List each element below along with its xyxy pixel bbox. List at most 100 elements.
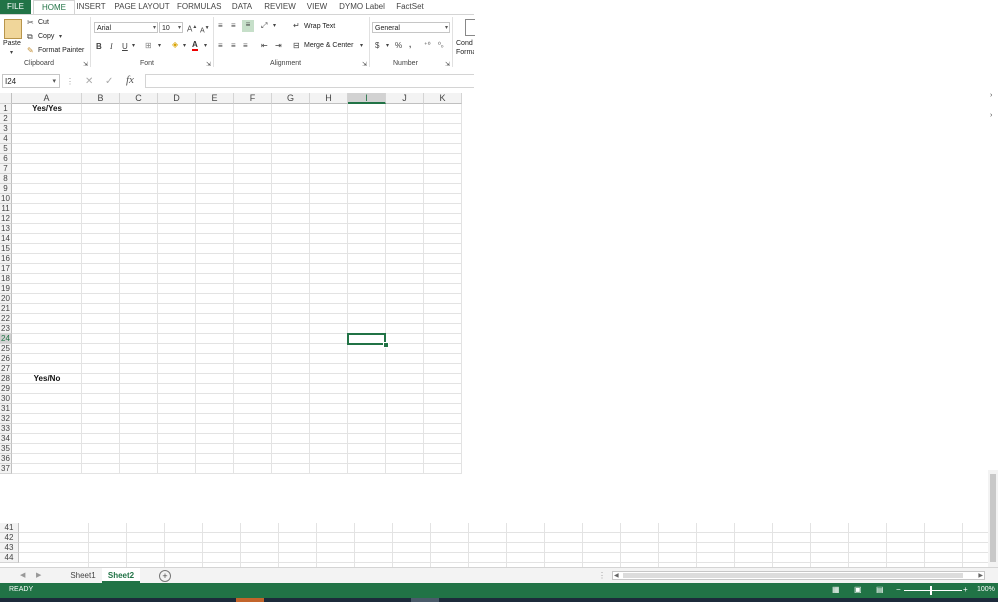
scroll-right-icon[interactable]: ▶ — [978, 572, 983, 581]
row-header[interactable]: 44 — [0, 553, 19, 563]
increase-indent-icon[interactable]: ⇥ — [275, 41, 282, 50]
row-header[interactable]: 20 — [0, 294, 12, 304]
row-header[interactable]: 19 — [0, 284, 12, 294]
row-header[interactable]: 14 — [0, 234, 12, 244]
row-header[interactable]: 35 — [0, 444, 12, 454]
increase-decimal-icon[interactable]: ⁺⁰ — [424, 41, 431, 50]
row-header[interactable]: 24 — [0, 334, 12, 344]
column-header[interactable]: A — [12, 93, 82, 104]
underline-button[interactable]: U — [122, 42, 128, 51]
column-header[interactable]: D — [158, 93, 196, 104]
new-sheet-icon[interactable]: + — [159, 570, 171, 582]
row-header[interactable]: 4 — [0, 134, 12, 144]
cancel-icon[interactable]: ✕ — [85, 77, 93, 87]
column-header[interactable]: J — [386, 93, 424, 104]
scroll-left-icon[interactable]: ◀ — [614, 572, 619, 581]
horizontal-scrollbar[interactable]: ◀ ▶ — [612, 571, 985, 580]
split-arrow-icon[interactable]: › — [990, 112, 998, 122]
copy-dropdown-icon[interactable]: ▾ — [59, 33, 62, 42]
normal-view-icon[interactable]: ▦ — [832, 585, 840, 594]
paste-button[interactable]: Paste — [3, 40, 21, 47]
row-header[interactable]: 10 — [0, 194, 12, 204]
font-color-icon[interactable]: A — [192, 41, 198, 51]
align-bottom-icon[interactable]: ≡ — [242, 20, 254, 32]
fill-handle[interactable] — [383, 342, 389, 348]
column-header[interactable]: B — [82, 93, 120, 104]
scroll-tabs-right-icon[interactable]: ▶ — [36, 571, 41, 580]
row-header[interactable]: 6 — [0, 154, 12, 164]
row-header[interactable]: 26 — [0, 354, 12, 364]
orientation-icon[interactable]: ⤢ — [261, 21, 267, 30]
row-header[interactable]: 29 — [0, 384, 12, 394]
number-launcher-icon[interactable]: ⇲ — [445, 61, 450, 70]
bold-button[interactable]: B — [96, 42, 102, 51]
fill-dropdown-icon[interactable]: ▾ — [183, 42, 186, 51]
row-header[interactable]: 31 — [0, 404, 12, 414]
active-cell[interactable] — [347, 333, 386, 345]
scroll-tabs-left-icon[interactable]: ◀ — [20, 571, 25, 580]
format-painter-button[interactable]: Format Painter — [38, 47, 84, 54]
more-options-icon[interactable]: ⋮ — [66, 77, 74, 86]
paste-dropdown-icon[interactable]: ▾ — [10, 49, 13, 58]
currency-button[interactable]: $ — [375, 41, 379, 50]
column-header[interactable]: H — [310, 93, 348, 104]
row-header[interactable]: 11 — [0, 204, 12, 214]
underline-dropdown-icon[interactable]: ▾ — [132, 42, 135, 51]
zoom-out-icon[interactable]: − — [896, 585, 901, 594]
conditional-formatting-button[interactable]: Cond Forma — [456, 39, 474, 57]
taskbar-app-icon[interactable] — [411, 598, 439, 602]
percent-button[interactable]: % — [395, 41, 402, 50]
align-middle-icon[interactable]: ≡ — [231, 21, 236, 30]
decrease-font-icon[interactable]: A▼ — [200, 24, 210, 35]
row-header[interactable]: 34 — [0, 434, 12, 444]
merge-dropdown-icon[interactable]: ▾ — [360, 42, 363, 51]
row-header[interactable]: 12 — [0, 214, 12, 224]
comma-button[interactable]: , — [409, 40, 411, 49]
row-header[interactable]: 43 — [0, 543, 19, 553]
row-header[interactable]: 1 — [0, 104, 12, 114]
column-header[interactable]: C — [120, 93, 158, 104]
row-header[interactable]: 22 — [0, 314, 12, 324]
worksheet-grid[interactable]: A B C D E F G H I J K 1 2 3 4 5 6 7 8 9 10 11 12 13 14 15 16 17 18 19… — [0, 93, 474, 478]
row-header[interactable]: 8 — [0, 174, 12, 184]
paste-icon[interactable] — [4, 19, 22, 39]
tab-factset[interactable]: FactSet — [394, 0, 426, 14]
row-header[interactable]: 17 — [0, 264, 12, 274]
page-break-view-icon[interactable]: ▤ — [876, 585, 884, 594]
tab-page-layout[interactable]: PAGE LAYOUT — [114, 0, 170, 14]
formula-input[interactable] — [145, 74, 474, 88]
tab-home[interactable]: HOME — [33, 0, 75, 15]
number-format-select[interactable]: General ▾ — [372, 22, 450, 33]
tab-view[interactable]: VIEW — [305, 0, 329, 14]
row-header[interactable]: 27 — [0, 364, 12, 374]
tab-dymo-label[interactable]: DYMO Label — [339, 0, 385, 14]
worksheet-lower-pane[interactable]: 41 42 43 44 — [0, 523, 988, 567]
cell-a28[interactable]: Yes/No — [12, 374, 82, 383]
row-header[interactable]: 5 — [0, 144, 12, 154]
row-header[interactable]: 9 — [0, 184, 12, 194]
align-center-icon[interactable]: ≡ — [231, 41, 236, 50]
row-header[interactable]: 25 — [0, 344, 12, 354]
cut-button[interactable]: Cut — [38, 19, 49, 26]
column-header[interactable]: G — [272, 93, 310, 104]
row-header[interactable]: 18 — [0, 274, 12, 284]
horizontal-scroll-thumb[interactable] — [623, 573, 963, 578]
borders-icon[interactable]: ⊞ — [145, 41, 152, 50]
conditional-formatting-icon[interactable] — [465, 19, 475, 36]
decrease-decimal-icon[interactable]: ⁰₀ — [438, 41, 444, 50]
column-header[interactable]: F — [234, 93, 272, 104]
align-top-icon[interactable]: ≡ — [218, 21, 223, 30]
tab-insert[interactable]: INSERT — [76, 0, 106, 14]
align-right-icon[interactable]: ≡ — [243, 41, 248, 50]
row-header[interactable]: 16 — [0, 254, 12, 264]
alignment-launcher-icon[interactable]: ⇲ — [362, 61, 367, 70]
align-left-icon[interactable]: ≡ — [218, 41, 223, 50]
increase-font-icon[interactable]: A▲ — [187, 23, 197, 34]
row-header[interactable]: 7 — [0, 164, 12, 174]
vertical-scroll-thumb[interactable] — [990, 474, 996, 562]
row-header[interactable]: 23 — [0, 324, 12, 334]
sheet-tab-sheet1[interactable]: Sheet1 — [64, 568, 102, 583]
cell-a1[interactable]: Yes/Yes — [12, 104, 82, 113]
row-header[interactable]: 3 — [0, 124, 12, 134]
column-header[interactable]: K — [424, 93, 462, 104]
